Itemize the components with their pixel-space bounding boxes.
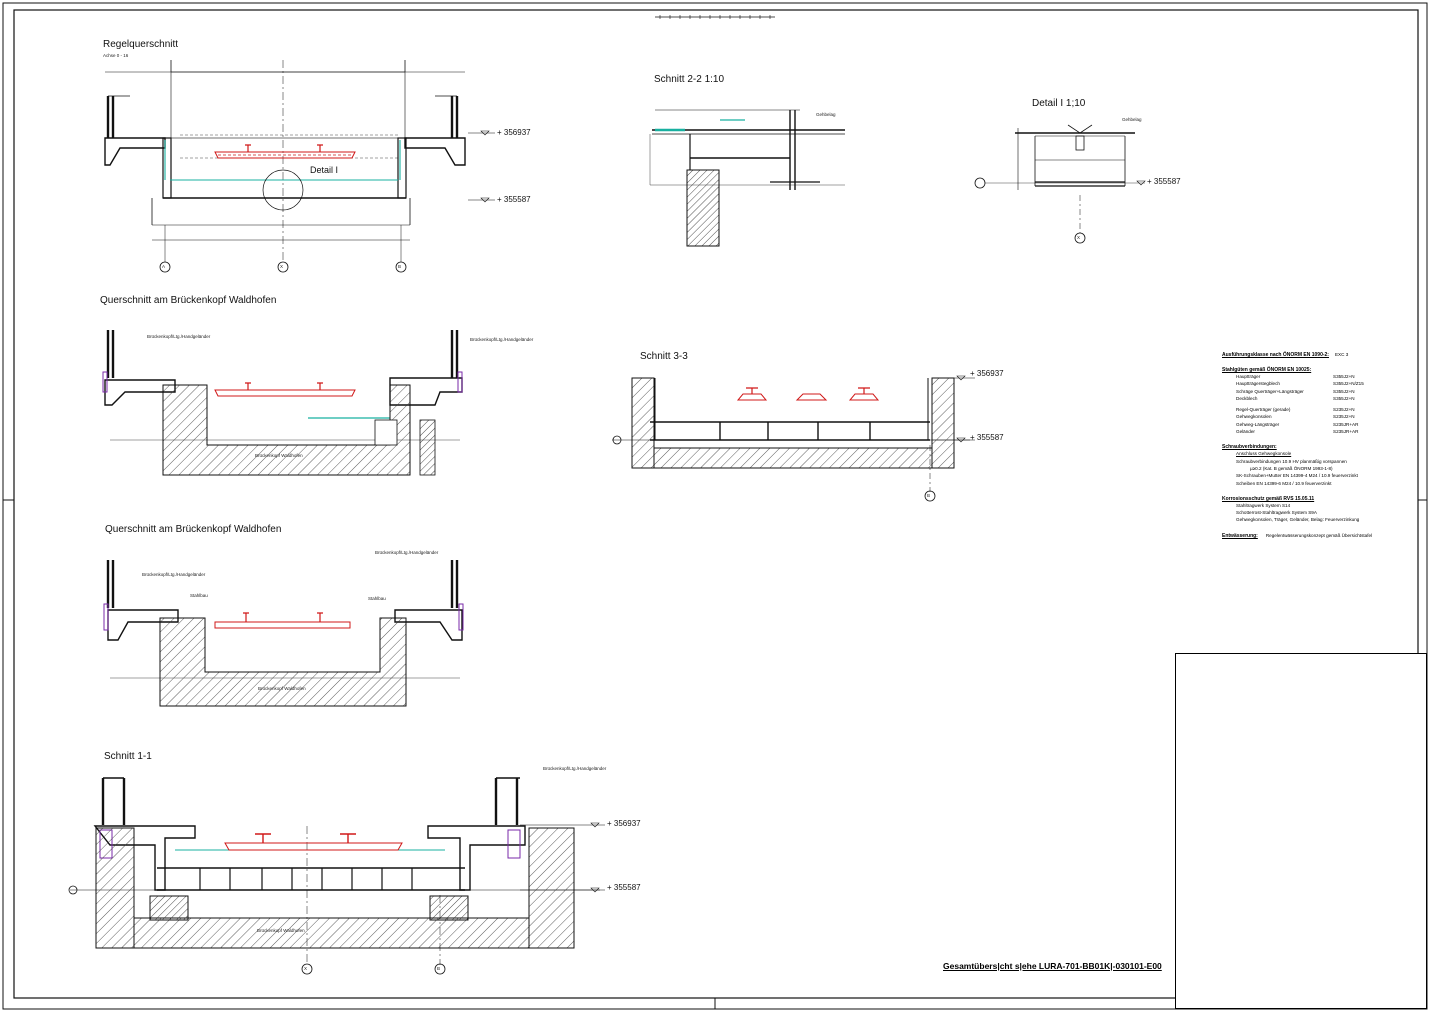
steel-row: Schräge Querträger+Längsträger S355J2+N xyxy=(1236,388,1355,394)
corrosion-line: Gehwegkonsolen, Träger, Geländer, Belag:… xyxy=(1236,517,1360,523)
steel-row: Gehwegkonsolen S235J2+N xyxy=(1236,414,1355,420)
corrosion-line: Stahltragwerk System S14 xyxy=(1236,502,1291,508)
bk2-label-left: Brückenkopf/Ltg./Handgeländer xyxy=(142,572,206,577)
steel-row: Gehweg-Längsträger S235JR+AR xyxy=(1236,421,1359,427)
bolt-line: μ≥0.2 (Kat. B gemäß ÖNORM 1993-1-8) xyxy=(1250,465,1333,471)
bk2-abutment xyxy=(159,617,407,707)
s11-rail-sign xyxy=(224,833,403,851)
s11-axis-x: X xyxy=(304,966,308,971)
bolt-line: Scheiben EN 14399-6 M24 / 10.9 feuerverz… xyxy=(1236,480,1332,486)
bk1-title: Querschnitt am Brückenkopf Waldhofen xyxy=(100,295,277,306)
steel-row: Regel-Querträger (gerade) S235J2+N xyxy=(1236,407,1355,413)
s22-wall xyxy=(686,169,720,247)
axis-label-x: X xyxy=(280,264,284,269)
s11-level-top: + 356937 xyxy=(607,819,641,828)
axis-label-a: A xyxy=(162,264,166,269)
title-block xyxy=(1175,653,1427,1009)
axis-label-b: B xyxy=(398,264,402,269)
steel-row: Geländer S235JR+AR xyxy=(1236,429,1359,435)
bk1-abutment-label: Brückenkopf Waldhofen xyxy=(255,453,303,458)
regel-subtitle: Achse 0 - 16 xyxy=(103,53,129,58)
detail-drawing xyxy=(974,124,1146,244)
exc-heading: Ausführungsklasse nach ÖNORM EN 1090-2: xyxy=(1222,352,1329,358)
s22-title: Schnitt 2-2 1:10 xyxy=(654,74,725,85)
s33-rail-signs xyxy=(736,387,880,401)
overview-reference: Gesamtübers|cht s|ehe LURA-701-BB01K|-03… xyxy=(943,961,1162,971)
bk2-section-drawing xyxy=(103,560,464,679)
bk2-rail-sign xyxy=(214,612,351,629)
drainage-text: Regelentwässerungskonzept gemäß Übersich… xyxy=(1265,532,1373,538)
regel-section-drawing xyxy=(104,60,495,273)
detail-title: Detail I 1;10 xyxy=(1032,98,1086,109)
bk1-rail-sign xyxy=(214,382,356,397)
s33-title: Schnitt 3-3 xyxy=(640,351,688,362)
drainage-heading: Entwässerung: xyxy=(1222,532,1258,539)
exc-value: EXC 3 xyxy=(1334,352,1349,357)
steel-row: Deckblech S355J2+N xyxy=(1236,395,1355,401)
regel-title: Regelquerschnitt xyxy=(103,39,179,50)
s11-abutment-label: Brückenkopf Waldhofen xyxy=(257,928,305,933)
corrosion-line: Schotterrost-Stahltragwerk System S9A xyxy=(1236,510,1317,516)
bolt-line: SK-Schrauben+Mutter EN 14399-4 M24 / 10.… xyxy=(1236,473,1358,479)
s11-axis-b: B xyxy=(437,966,441,971)
bk1-label-right: Brückenkopf/Ltg./Handgeländer xyxy=(470,337,534,342)
detail-level: + 355587 xyxy=(1147,177,1181,186)
s33-level-bottom: + 355587 xyxy=(970,433,1004,442)
bk2-title: Querschnitt am Brückenkopf Waldhofen xyxy=(105,524,282,535)
steel-row: Hauptträger S355J2+N xyxy=(1236,374,1355,379)
bk2-label-right: Brückenkopf/Ltg./Handgeländer xyxy=(375,550,439,555)
s33-walls xyxy=(631,377,955,469)
s33-level-top: + 356937 xyxy=(970,369,1004,378)
bk2-label-steel-left: Stahlbau xyxy=(190,593,208,598)
s33-section-drawing xyxy=(612,375,975,502)
bk2-abutment-label: Brückenkopf Waldhofen xyxy=(258,686,306,691)
s22-label: Gehbelag xyxy=(816,112,836,117)
bk1-abutment xyxy=(162,384,436,476)
steel-row: Hauptträgerstegblech S355J2+N/Z15 xyxy=(1236,381,1364,387)
s11-title: Schnitt 1-1 xyxy=(104,751,152,762)
s33-axis: B xyxy=(927,493,931,498)
bk2-label-steel-right: Stahlbau xyxy=(368,596,386,601)
detail-label: Gehbelag xyxy=(1122,117,1142,122)
detail-callout: Detail I xyxy=(310,165,339,175)
detail-axis: X xyxy=(1077,235,1081,240)
s11-label-top: Brückenkopf/Ltg./Handgeländer xyxy=(543,766,607,771)
bolt-line: Anschluss Gehwegkonsole xyxy=(1236,451,1292,457)
bolt-line: Schraubverbindungen 10.9 HV planmäßig vo… xyxy=(1236,458,1347,464)
s11-abutment xyxy=(95,827,575,949)
regel-level-bottom: + 355587 xyxy=(497,195,531,204)
s11-level-bottom: + 355587 xyxy=(607,883,641,892)
steel-list: Hauptträger S355J2+N Hauptträgerstegblech… xyxy=(1222,373,1412,435)
bk1-label-left: Brückenkopf/Ltg./Handgeländer xyxy=(147,334,211,339)
general-notes: Ausführungsklasse nach ÖNORM EN 1090-2: … xyxy=(1222,352,1412,539)
s22-section-drawing xyxy=(649,109,845,190)
regel-rail-sign xyxy=(214,144,356,159)
regel-level-top: + 356937 xyxy=(497,128,531,137)
